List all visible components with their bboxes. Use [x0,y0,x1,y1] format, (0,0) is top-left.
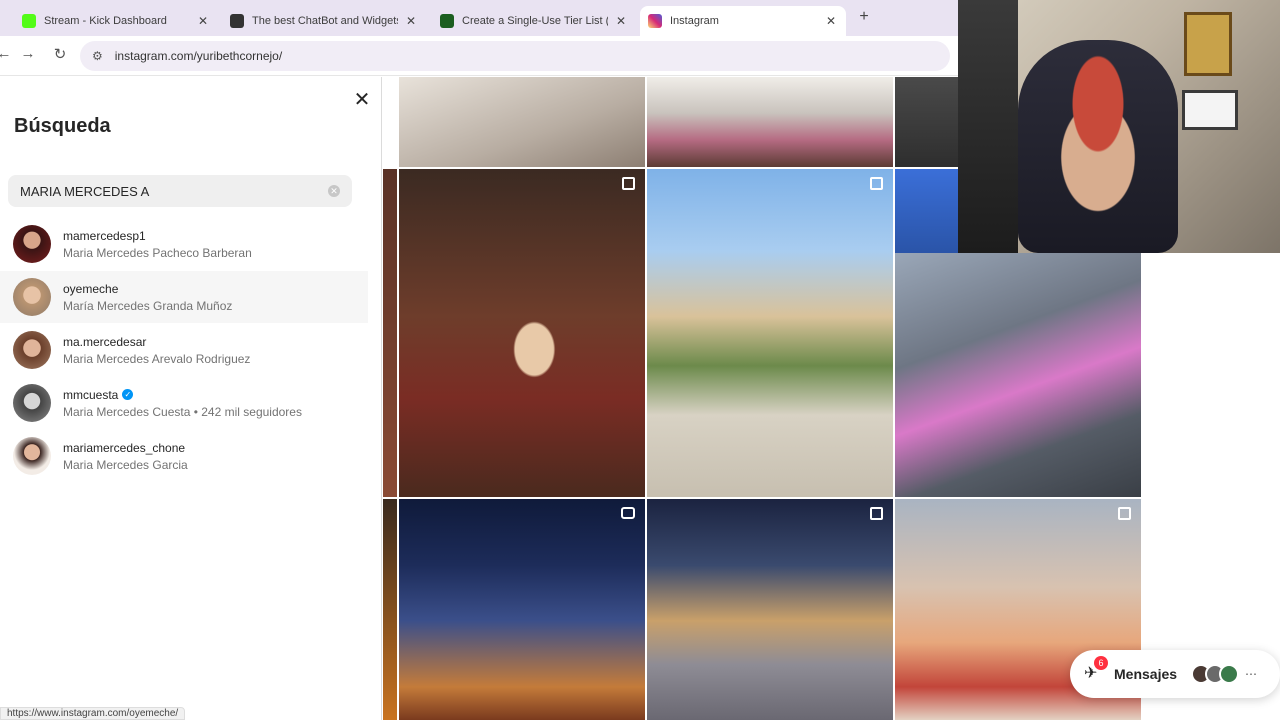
browser-toolbar: ← → ↻ ⚙ instagram.com/yuribethcornejo/ [0,36,958,76]
post-thumbnail[interactable] [399,499,645,720]
close-icon[interactable]: ✕ [614,14,628,28]
wall-picture [1184,12,1232,76]
close-search-button[interactable]: ✕ [352,87,372,112]
post-thumbnail[interactable] [895,169,959,253]
new-tab-button[interactable]: + [856,8,872,26]
more-icon[interactable]: ⋯ [1245,667,1257,681]
post-thumbnail[interactable] [647,169,893,497]
page-title: Búsqueda [14,115,111,137]
carousel-icon [1118,507,1131,520]
kick-favicon-icon [22,14,36,28]
tab-chatbot[interactable]: The best ChatBot and Widgets ✕ [222,6,426,36]
post-thumbnail[interactable] [895,77,959,167]
avatar [13,331,51,369]
notification-badge: 6 [1094,656,1108,670]
tab-title: Stream - Kick Dashboard [44,15,167,27]
messages-label: Mensajes [1114,666,1178,682]
post-thumbnail[interactable] [647,499,893,720]
username: ma.mercedesar [63,334,147,349]
full-name: Maria Mercedes Pacheco Barberan [63,245,252,260]
username: mariamercedes_chone [63,440,186,455]
post-thumbnail[interactable] [895,253,1141,497]
close-icon[interactable]: ✕ [196,14,210,28]
webcam-dark-area [958,0,1018,253]
full-name: Maria Mercedes Cuesta • 242 mil seguidor… [63,404,302,419]
carousel-icon [870,177,883,190]
avatar [13,437,51,475]
chatbot-favicon-icon [230,14,244,28]
tab-title: The best ChatBot and Widgets [252,15,398,27]
username: mmcuesta [63,387,119,402]
tierlist-favicon-icon [440,14,454,28]
url-text: instagram.com/yuribethcornejo/ [114,49,283,63]
avatar [13,278,51,316]
tab-title: Create a Single-Use Tier List (P [462,15,608,27]
full-name: María Mercedes Granda Muñoz [63,298,233,313]
close-icon[interactable]: ✕ [404,14,418,28]
search-panel: Búsqueda ✕ ✕ mamercedesp1 Maria Mercedes… [0,77,382,720]
tab-instagram[interactable]: Instagram ✕ [640,6,846,36]
tab-tier-list[interactable]: Create a Single-Use Tier List (P ✕ [432,6,636,36]
avatar [13,384,51,422]
search-result-item[interactable]: mmcuesta ✓ Maria Mercedes Cuesta • 242 mi… [0,377,368,429]
reel-icon [621,507,635,519]
status-bar-url: https://www.instagram.com/oyemeche/ [0,707,186,720]
post-thumbnail[interactable] [399,169,645,497]
webcam-overlay [958,0,1280,253]
back-arrow-icon[interactable]: ← [0,45,14,62]
instagram-favicon-icon [648,14,662,28]
search-result-item[interactable]: mariamercedes_chone Maria Mercedes Garci… [0,430,368,482]
tab-kick-dashboard[interactable]: Stream - Kick Dashboard ✕ [14,6,218,36]
username-verified: mmcuesta ✓ [63,388,302,402]
whiteboard [1182,90,1238,130]
streamer-figure [1018,40,1178,253]
post-thumbnail[interactable] [399,77,645,167]
avatar [13,225,51,263]
messages-button[interactable]: ✈ 6 Mensajes ⋯ [1070,650,1280,698]
search-result-item[interactable]: mamercedesp1 Maria Mercedes Pacheco Barb… [0,218,368,270]
avatar [1219,664,1240,684]
tab-title: Instagram [670,15,719,27]
post-thumbnail[interactable] [383,169,397,497]
carousel-icon [870,507,883,520]
close-icon[interactable]: ✕ [824,14,838,28]
post-thumbnail[interactable] [383,499,397,720]
search-input[interactable] [20,183,320,199]
verified-badge-icon: ✓ [122,389,134,400]
search-result-item[interactable]: oyemeche María Mercedes Granda Muñoz [0,271,368,323]
forward-arrow-icon[interactable]: → [18,45,38,62]
address-bar[interactable]: ⚙ instagram.com/yuribethcornejo/ [80,41,950,71]
search-input-container[interactable]: ✕ [8,175,352,207]
messenger-icon: ✈ 6 [1084,656,1108,684]
reload-icon[interactable]: ↻ [50,45,70,63]
carousel-icon [622,177,635,190]
post-thumbnail[interactable] [647,77,893,167]
username: oyemeche [63,281,119,296]
site-settings-icon[interactable]: ⚙ [92,49,103,63]
tab-strip: Stream - Kick Dashboard ✕ The best ChatB… [0,0,958,36]
clear-search-icon[interactable]: ✕ [328,185,340,197]
full-name: Maria Mercedes Garcia [63,457,188,472]
search-result-item[interactable]: ma.mercedesar Maria Mercedes Arevalo Rod… [0,324,368,376]
username: mamercedesp1 [63,228,146,243]
full-name: Maria Mercedes Arevalo Rodriguez [63,351,251,366]
